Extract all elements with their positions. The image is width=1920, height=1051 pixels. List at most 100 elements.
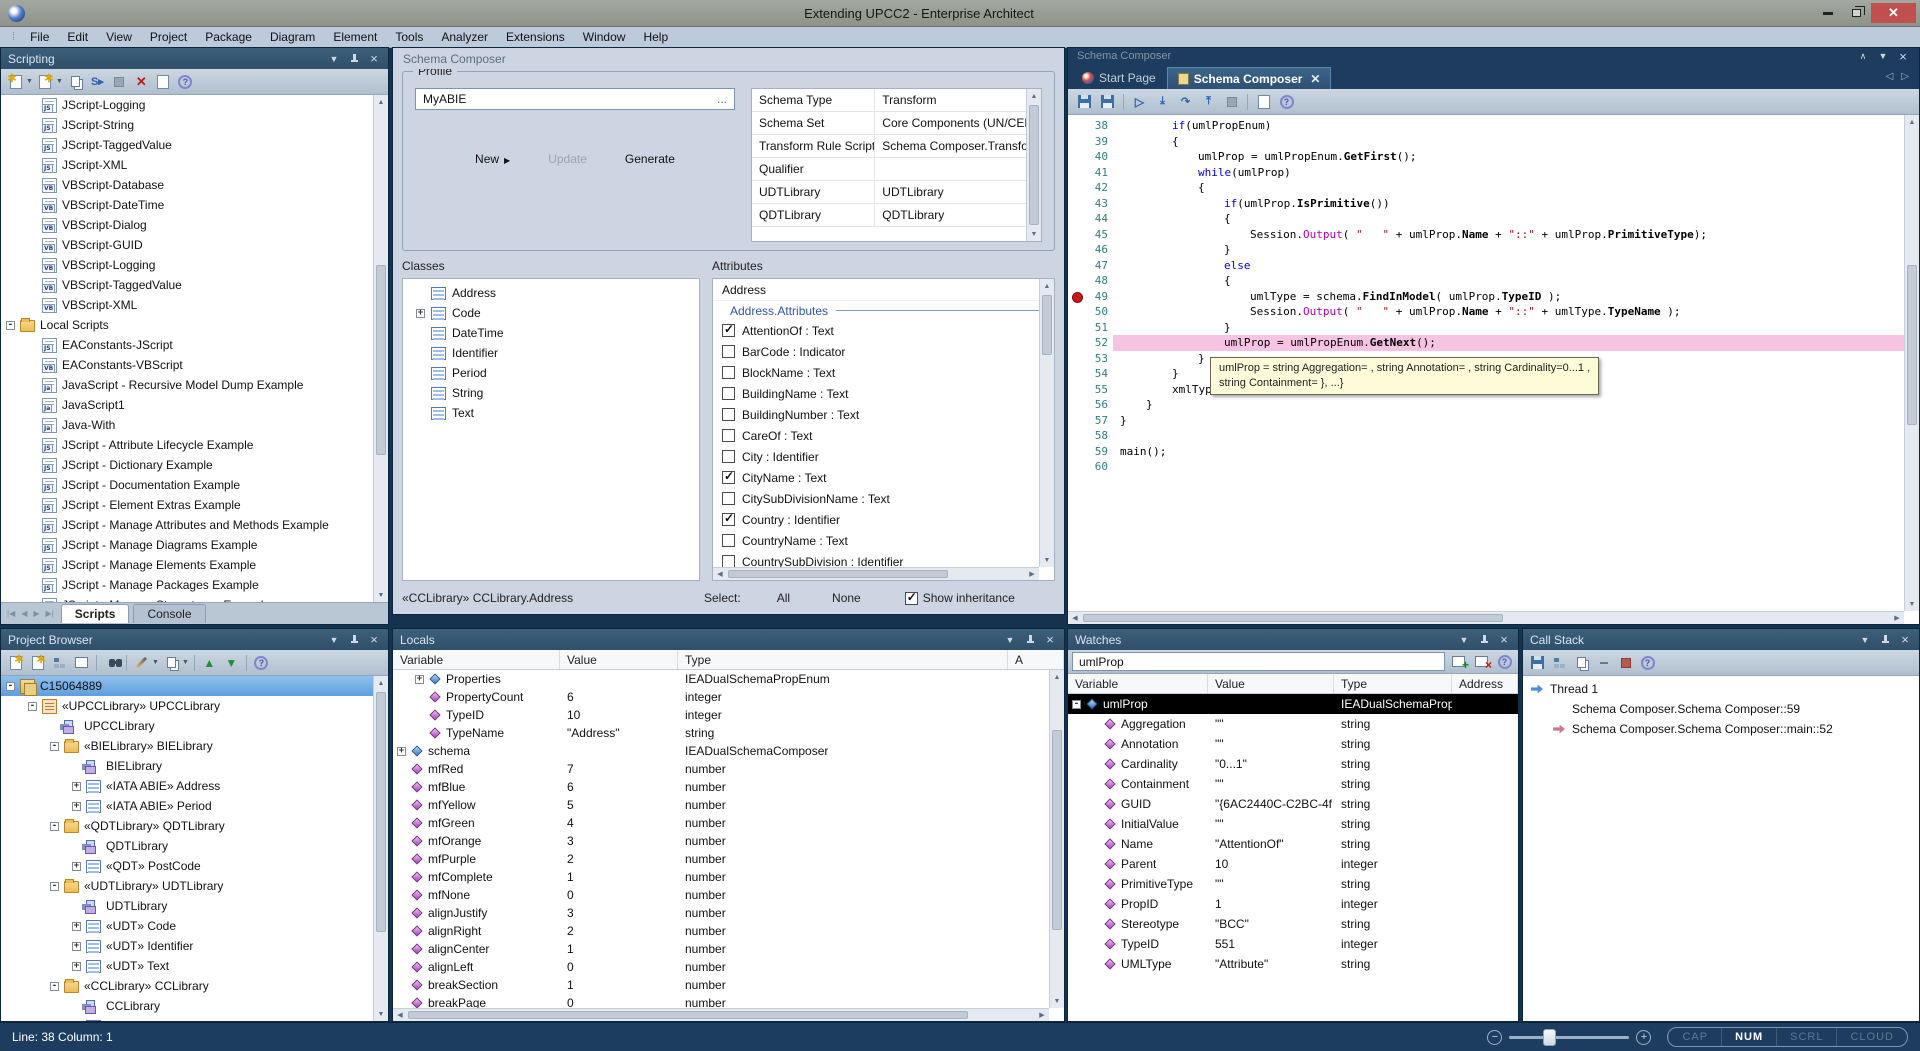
attribute-checkbox[interactable] <box>722 387 735 400</box>
scroll-thumb[interactable] <box>1052 730 1062 930</box>
scroll-down-icon[interactable]: ▼ <box>1050 994 1064 1008</box>
class-item[interactable]: String <box>403 383 699 403</box>
class-item[interactable]: Period <box>403 363 699 383</box>
expander-icon[interactable] <box>6 682 15 691</box>
code-line[interactable]: 57 } <box>1068 413 1919 429</box>
scroll-up-icon[interactable]: ▲ <box>374 676 388 690</box>
step-out-button[interactable]: ⤒ <box>1199 92 1218 111</box>
breakpoint-margin[interactable] <box>1068 227 1086 243</box>
code-editor[interactable]: 38 if(umlPropEnum) 39 { 40 umlProp = uml… <box>1068 115 1919 624</box>
code-line[interactable]: 46 } <box>1068 242 1919 258</box>
property-row[interactable]: Transform Rule Script Schema Composer.Tr… <box>752 135 1026 158</box>
expander-icon[interactable] <box>72 862 81 871</box>
attribute-checkbox[interactable] <box>722 471 735 484</box>
step-into-button[interactable]: ⤓ <box>1153 92 1172 111</box>
code-line[interactable]: 43 if(umlProp.IsPrimitive()) <box>1068 196 1919 212</box>
move-down-button[interactable]: ▼ <box>222 653 241 672</box>
zoom-slider[interactable] <box>1509 1036 1629 1039</box>
save-stack-button[interactable] <box>1528 653 1547 672</box>
breakpoint-margin[interactable] <box>1068 289 1086 305</box>
menu-item[interactable]: Window <box>574 28 635 46</box>
tab-scroll-last-icon[interactable]: ▶| <box>43 609 57 618</box>
panel-menu-icon[interactable]: ▼ <box>327 52 341 66</box>
new-button[interactable]: New▶ <box>475 152 510 166</box>
close-icon[interactable]: × <box>367 633 381 647</box>
project-tree-item[interactable]: «UDT» Text <box>1 956 388 976</box>
expander-icon[interactable] <box>72 942 81 951</box>
project-tree-item[interactable]: UPCCLibrary <box>1 716 388 736</box>
expander-icon[interactable] <box>72 782 81 791</box>
class-item[interactable]: Identifier <box>403 343 699 363</box>
locals-row[interactable]: TypeID 10 integer <box>393 706 1064 724</box>
code-line[interactable]: 59 main(); <box>1068 444 1919 460</box>
locals-row[interactable]: Properties IEADualSchemaPropEnum <box>393 670 1064 688</box>
close-icon[interactable]: × <box>367 52 381 66</box>
refresh-scripts-button[interactable] <box>66 72 85 91</box>
code-line[interactable]: 56 } <box>1068 397 1919 413</box>
attribute-row[interactable]: CountryName : Text <box>713 530 1054 551</box>
script-tree-item[interactable]: JScript - Manage Attributes and Methods … <box>1 515 388 535</box>
code-line[interactable]: 40 umlProp = umlPropEnum.GetFirst(); <box>1068 149 1919 165</box>
scroll-thumb[interactable] <box>1907 265 1917 425</box>
copy-button[interactable] <box>162 653 181 672</box>
script-tree-item[interactable]: JScript - Manage Packages Example <box>1 575 388 595</box>
collapse-button[interactable] <box>1594 653 1613 672</box>
class-item[interactable]: DateTime <box>403 323 699 343</box>
locals-row[interactable]: mfPurple 2 number <box>393 850 1064 868</box>
expander-icon[interactable] <box>28 702 37 711</box>
scroll-right-icon[interactable]: ▶ <box>1890 614 1904 622</box>
attribute-checkbox[interactable] <box>722 429 735 442</box>
expander-icon[interactable] <box>72 802 81 811</box>
attribute-checkbox[interactable] <box>722 345 735 358</box>
scroll-down-icon[interactable]: ▼ <box>374 588 388 602</box>
script-tree-item[interactable]: JScript - Manage Diagrams Example <box>1 535 388 555</box>
script-tree-item[interactable]: VBScript-Dialog <box>1 215 388 235</box>
watch-row[interactable]: GUID "{6AC2440C-C2BC-4f string <box>1068 794 1518 814</box>
script-tree-item[interactable]: JScript - Manage Stereotypes Example <box>1 595 388 602</box>
update-button[interactable]: Update <box>548 152 587 166</box>
pin-icon[interactable] <box>347 633 361 647</box>
tab-start-page[interactable]: Start Page <box>1072 67 1166 89</box>
property-row[interactable]: UDTLibrary UDTLibrary <box>752 181 1026 204</box>
delete-watch-button[interactable] <box>1472 652 1491 671</box>
script-tree-item[interactable]: JavaScript1 <box>1 395 388 415</box>
scroll-left-icon[interactable]: ◀ <box>713 570 727 578</box>
new-element-button[interactable] <box>72 653 91 672</box>
breakpoint-margin[interactable] <box>1068 428 1086 444</box>
watch-row[interactable]: PropID 1 integer <box>1068 894 1518 914</box>
pin-icon[interactable] <box>347 52 361 66</box>
script-document-button[interactable] <box>154 72 173 91</box>
menu-item[interactable]: Help <box>634 28 677 46</box>
view-document-button[interactable] <box>1254 92 1273 111</box>
tab-scroll-left-icon[interactable]: ◀ <box>18 609 30 618</box>
property-row[interactable]: QDTLibrary QDTLibrary <box>752 204 1026 227</box>
watch-row[interactable]: PrimitiveType "" string <box>1068 874 1518 894</box>
tab-scripts[interactable]: Scripts <box>61 604 130 623</box>
close-icon[interactable]: × <box>1497 633 1511 647</box>
thread-row[interactable]: Thread 1 <box>1523 679 1919 699</box>
panel-menu-icon[interactable]: ▼ <box>1003 633 1017 647</box>
expander-icon[interactable] <box>72 962 81 971</box>
script-tree-item[interactable]: EAConstants-JScript <box>1 335 388 355</box>
script-tree-item[interactable]: Local Scripts <box>1 315 388 335</box>
attribute-row[interactable]: BuildingName : Text <box>713 383 1054 404</box>
watch-row[interactable]: Aggregation "" string <box>1068 714 1518 734</box>
locals-row[interactable]: breakSection 1 number <box>393 976 1064 994</box>
script-tree-item[interactable]: JScript - Element Extras Example <box>1 495 388 515</box>
code-line[interactable]: 50 Session.Output( " " + umlProp.Name + … <box>1068 304 1919 320</box>
attributes-v-scrollbar[interactable]: ▲ ▼ <box>1039 279 1054 567</box>
step-over-button[interactable]: ↷ <box>1176 92 1195 111</box>
project-browser-scrollbar[interactable]: ▲ ▼ <box>373 676 388 1021</box>
expander-icon[interactable] <box>50 822 59 831</box>
breakpoint-margin[interactable] <box>1068 149 1086 165</box>
script-tree-item[interactable]: JScript - Dictionary Example <box>1 455 388 475</box>
locals-row[interactable]: mfComplete 1 number <box>393 868 1064 886</box>
edit-dropdown-icon[interactable]: ▼ <box>152 659 159 666</box>
script-tree-item[interactable]: VBScript-TaggedValue <box>1 275 388 295</box>
new-script-group-button[interactable] <box>6 72 25 91</box>
help-button[interactable]: ? <box>1495 652 1514 671</box>
breakpoint-margin[interactable] <box>1068 366 1086 382</box>
panel-menu-icon[interactable]: ▼ <box>1858 633 1872 647</box>
tabs-scroll-right-icon[interactable]: ▷ <box>1901 71 1909 82</box>
menu-item[interactable]: Diagram <box>261 28 324 46</box>
